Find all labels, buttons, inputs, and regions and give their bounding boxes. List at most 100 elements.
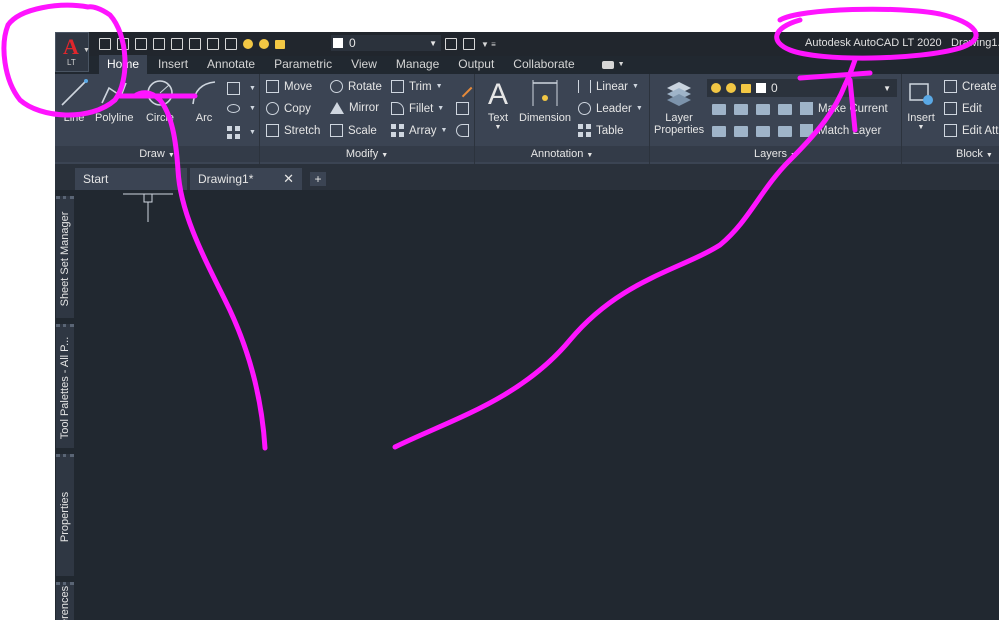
hatch-button[interactable]: ▼ [227,126,256,139]
layer-unlock-icon[interactable] [275,39,285,49]
layer-isolate-icon[interactable] [734,104,748,115]
references-palette[interactable]: References [56,582,74,620]
array-icon [391,124,404,137]
drawing-canvas[interactable] [75,190,999,620]
save-icon[interactable] [135,38,147,50]
mirror-button[interactable]: Mirror [330,102,379,114]
trim-button[interactable]: Trim ▼ [391,80,443,93]
plot-icon[interactable] [207,38,219,50]
edit-block-button[interactable]: Edit [944,102,982,115]
table-button[interactable]: Table [578,124,624,137]
match-properties-icon[interactable] [445,38,457,50]
block-panel-title[interactable]: Block ▼ [902,146,999,162]
layer-freeze-icon[interactable] [756,104,770,115]
application-menu-button[interactable]: A LT ▼ [55,32,90,72]
fillet-label: Fillet [409,102,434,115]
move-button[interactable]: Move [266,80,312,93]
layer-thaw-icon[interactable] [259,39,269,49]
open-file-icon[interactable] [117,38,129,50]
modify-panel-title[interactable]: Modify ▼ [260,146,474,162]
properties-palette[interactable]: Properties [56,454,74,576]
trim-label: Trim [409,80,432,93]
ellipse-button[interactable]: ▼ [227,104,256,113]
stretch-button[interactable]: Stretch [266,124,320,137]
tool-palettes-palette[interactable]: Tool Palettes - All P... [56,324,74,448]
copy-button[interactable]: Copy [266,102,311,115]
save-to-web-icon[interactable] [189,38,201,50]
layer-thaw-all-icon[interactable] [756,126,770,137]
polyline-button[interactable]: Polyline [95,78,134,124]
chevron-down-icon: ▼ [917,124,925,131]
tab-insert[interactable]: Insert [150,55,196,74]
erase-button[interactable] [452,77,474,98]
offset-button[interactable] [456,124,474,137]
tab-drawing1[interactable]: Drawing1* ✕ [190,168,302,190]
tab-home[interactable]: Home [99,55,148,74]
layers-panel-title[interactable]: Layers ▼ [650,146,901,162]
text-button[interactable]: A Text ▼ [483,78,513,131]
edit-attributes-button[interactable]: Edit Attributes [944,124,999,137]
save-as-icon[interactable] [153,38,165,50]
layer-on-all-icon[interactable] [712,126,726,137]
rotate-label: Rotate [348,80,382,93]
insert-button[interactable]: Insert ▼ [906,78,936,131]
dimension-button[interactable]: Dimension [519,78,571,124]
text-a-icon: A [488,78,508,108]
circle-button[interactable]: Circle [145,78,175,124]
layer-unisolate-icon[interactable] [734,126,748,137]
stretch-icon [266,124,279,137]
quick-layer-dropdown[interactable]: 0 ▼ [331,35,441,51]
sheet-set-manager-palette[interactable]: Sheet Set Manager [56,196,74,318]
create-block-button[interactable]: Create [944,80,997,93]
tab-collaborate[interactable]: Collaborate [505,55,582,74]
tab-start[interactable]: Start [75,168,187,190]
erase-icon [452,77,473,98]
layer-properties-button[interactable]: Layer Properties [654,78,704,136]
workspace-icon[interactable] [463,38,475,50]
rotate-button[interactable]: Rotate [330,80,382,93]
chevron-down-icon: ▼ [494,124,502,131]
draw-panel-title[interactable]: Draw ▼ [55,146,259,162]
references-label: References [59,585,71,620]
ribbon-minimize-button[interactable]: ▼ [586,55,625,74]
layer-on-icon[interactable] [243,39,253,49]
linear-button[interactable]: Linear ▼ [578,80,639,93]
new-tab-button[interactable]: + [310,172,326,186]
tab-annotate[interactable]: Annotate [199,55,263,74]
qat-dropdown-icon[interactable]: ▼ ≡ [481,40,496,49]
chevron-down-icon: ▼ [83,47,90,54]
scale-button[interactable]: Scale [330,124,377,137]
layer-dropdown[interactable]: 0 ▼ [707,79,897,97]
annotation-panel-title[interactable]: Annotation ▼ [475,146,649,162]
match-layer-button[interactable]: Match Layer [800,124,881,137]
insert-block-icon [909,83,933,105]
make-current-button[interactable]: Make Current [800,102,888,115]
match-layer-label: Match Layer [818,124,882,137]
match-layer-icon [800,124,813,137]
tool-palettes-label: Tool Palettes - All P... [59,336,71,439]
arc-button[interactable]: Arc [189,78,219,124]
rectangle-button[interactable]: ▼ [227,82,256,95]
layer-color-swatch [333,38,343,48]
explode-icon [456,102,469,115]
panel-draw: Line Polyline Circle Arc ▼ ▼ ▼ Draw ▼ [55,74,260,164]
sheet-set-manager-label: Sheet Set Manager [59,211,71,306]
tab-output[interactable]: Output [450,55,502,74]
open-from-web-icon[interactable] [171,38,183,50]
tab-manage[interactable]: Manage [388,55,447,74]
close-icon[interactable]: ✕ [283,168,294,190]
layer-off-icon[interactable] [712,104,726,115]
new-file-icon[interactable] [99,38,111,50]
print-icon[interactable] [225,38,237,50]
line-button[interactable]: Line [59,78,89,124]
offset-icon [456,124,469,137]
tab-parametric[interactable]: Parametric [266,55,340,74]
explode-button[interactable] [456,102,474,115]
fillet-button[interactable]: Fillet ▼ [391,102,444,115]
array-button[interactable]: Array ▼ [391,124,447,137]
layer-lock-icon[interactable] [778,104,792,115]
ribbon-toggle-icon [601,60,614,69]
leader-button[interactable]: Leader ▼ [578,102,643,115]
layer-unlock-all-icon[interactable] [778,126,792,137]
tab-view[interactable]: View [343,55,385,74]
